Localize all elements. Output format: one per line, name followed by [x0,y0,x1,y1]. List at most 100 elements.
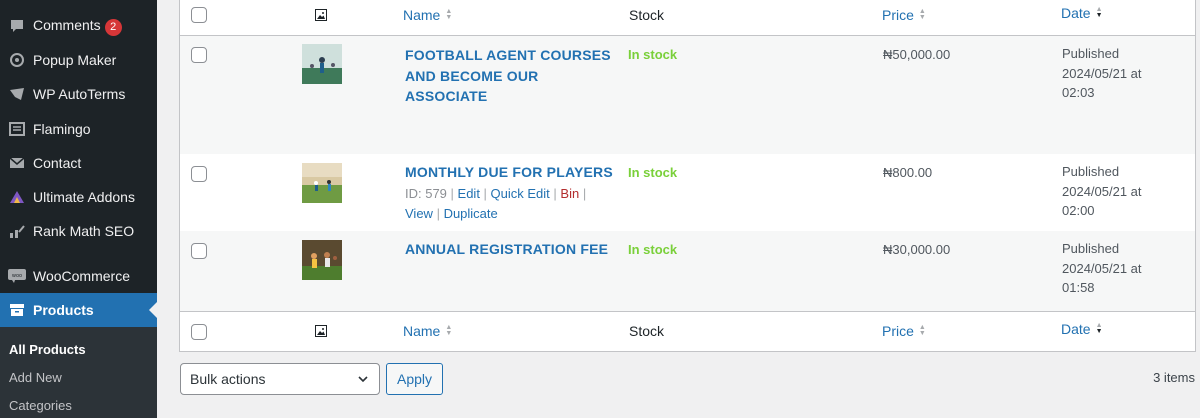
menu-label: WP AutoTerms [33,86,126,102]
menu-label: Contact [33,155,82,171]
row-checkbox[interactable] [191,243,207,259]
menu-label: Rank Math SEO [33,223,135,239]
products-submenu: All Products Add New Categories [0,327,157,418]
sort-icon: ▲ ▼ [445,8,453,21]
menu-label: Flamingo [33,121,91,137]
submenu-categories[interactable]: Categories [9,398,72,413]
column-name-label: Name [403,7,441,23]
select-all-checkbox[interactable] [191,7,207,23]
image-column-icon [315,9,327,21]
svg-text:woo: woo [11,273,21,279]
quick-edit-link[interactable]: Quick Edit [491,186,550,201]
column-price-label: Price [882,323,914,339]
shield-icon [0,86,33,102]
menu-item-woocommerce[interactable]: woo WooCommerce [0,259,157,293]
menu-label: Products [33,302,94,318]
menu-label: Popup Maker [33,52,117,68]
sort-icon: ▲ ▼ [918,8,926,21]
product-name-link[interactable]: MONTHLY DUE FOR PLAYERS [405,162,615,183]
product-thumbnail[interactable] [302,163,342,203]
submenu-add-new[interactable]: Add New [9,370,62,385]
column-price-label: Price [882,7,914,23]
date-status: Published [1062,164,1120,179]
menu-label: WooCommerce [33,268,130,284]
menu-item-contact[interactable]: Contact [0,146,157,180]
bin-link[interactable]: Bin [560,186,579,201]
column-date-sort[interactable]: Date ▲ ▼ [1061,321,1103,337]
stock-status: In stock [628,242,678,257]
edit-link[interactable]: Edit [458,186,480,201]
popup-maker-icon [0,52,33,68]
column-name-sort[interactable]: Name ▲ ▼ [403,7,452,23]
column-date-sort[interactable]: Date ▲ ▼ [1061,5,1103,21]
sort-icon: ▲ ▼ [918,324,926,337]
chart-icon [0,223,33,239]
column-stock-label: Stock [629,7,665,23]
product-date: Published 2024/05/21 at 01:58 [1062,239,1142,298]
column-date-label: Date [1061,321,1091,337]
product-date: Published 2024/05/21 at 02:03 [1062,44,1142,103]
active-indicator [149,302,157,318]
menu-item-comments[interactable]: Comments 2 [0,9,157,43]
menu-item-flamingo[interactable]: Flamingo [0,112,157,146]
row-actions: ID: 579 | Edit | Quick Edit | Bin | View … [405,186,587,221]
date-time: 02:00 [1062,203,1095,218]
table-row: FOOTBALL AGENT COURSES AND BECOME OUR AS… [180,36,1195,154]
product-date: Published 2024/05/21 at 02:00 [1062,162,1142,221]
envelope-icon [0,155,33,171]
date-day: 2024/05/21 at [1062,183,1142,199]
archive-icon [0,302,33,318]
submenu-all-products[interactable]: All Products [9,342,86,357]
admin-sidebar: Comments 2 Popup Maker WP AutoTerms Flami… [0,0,157,418]
chevron-down-icon [358,376,368,383]
product-price: ₦800.00 [883,165,933,180]
product-thumbnail[interactable] [302,240,342,280]
select-all-checkbox[interactable] [191,324,207,340]
comment-count-badge: 2 [104,18,122,36]
duplicate-link[interactable]: Duplicate [444,206,498,221]
date-day: 2024/05/21 at [1062,260,1142,276]
image-column-icon [315,325,327,337]
bulk-actions-select[interactable]: Bulk actions [180,363,380,395]
product-thumbnail[interactable] [302,44,342,84]
product-price: ₦50,000.00 [883,47,951,62]
date-status: Published [1062,46,1120,61]
menu-item-popup-maker[interactable]: Popup Maker [0,43,157,77]
view-link[interactable]: View [405,206,433,221]
menu-item-rank-math-seo[interactable]: Rank Math SEO [0,214,157,248]
row-checkbox[interactable] [191,47,207,63]
menu-item-wp-autoterms[interactable]: WP AutoTerms [0,77,157,111]
column-name-label: Name [403,323,441,339]
column-stock-label: Stock [629,323,665,339]
comment-icon [0,18,33,34]
column-name-sort[interactable]: Name ▲ ▼ [403,323,452,339]
date-status: Published [1062,241,1120,256]
sort-desc-icon: ▲ ▼ [1095,322,1103,335]
stock-status: In stock [628,165,678,180]
menu-label: Comments [33,16,101,33]
table-row: MONTHLY DUE FOR PLAYERS ID: 579 | Edit |… [180,154,1195,231]
table-header: Name ▲ ▼ Stock Price ▲ ▼ Date ▲ ▼ [180,0,1195,36]
column-price-sort[interactable]: Price ▲ ▼ [882,323,926,339]
sort-icon: ▲ ▼ [445,324,453,337]
row-checkbox[interactable] [191,166,207,182]
apply-button[interactable]: Apply [386,363,443,395]
column-price-sort[interactable]: Price ▲ ▼ [882,7,926,23]
products-table: Name ▲ ▼ Stock Price ▲ ▼ Date ▲ ▼ FOOTBALL AGE… [179,0,1196,352]
menu-item-products[interactable]: Products [0,293,157,327]
product-id: ID: 579 [405,186,447,201]
column-date-label: Date [1061,5,1091,21]
date-time: 01:58 [1062,280,1095,295]
menu-item-ultimate-addons[interactable]: Ultimate Addons [0,180,157,214]
product-name-link[interactable]: ANNUAL REGISTRATION FEE [405,239,615,260]
product-name-link[interactable]: FOOTBALL AGENT COURSES AND BECOME OUR AS… [405,45,615,107]
date-day: 2024/05/21 at [1062,65,1142,81]
woo-icon: woo [0,269,33,283]
bulk-actions-value: Bulk actions [190,371,266,387]
table-row: ANNUAL REGISTRATION FEE In stock ₦30,000… [180,231,1195,311]
menu-label: Ultimate Addons [33,189,135,205]
inbox-icon [0,121,33,137]
addons-icon [0,189,33,205]
date-time: 02:03 [1062,85,1095,100]
table-footer-header: Name ▲ ▼ Stock Price ▲ ▼ Date ▲ ▼ [180,311,1195,351]
